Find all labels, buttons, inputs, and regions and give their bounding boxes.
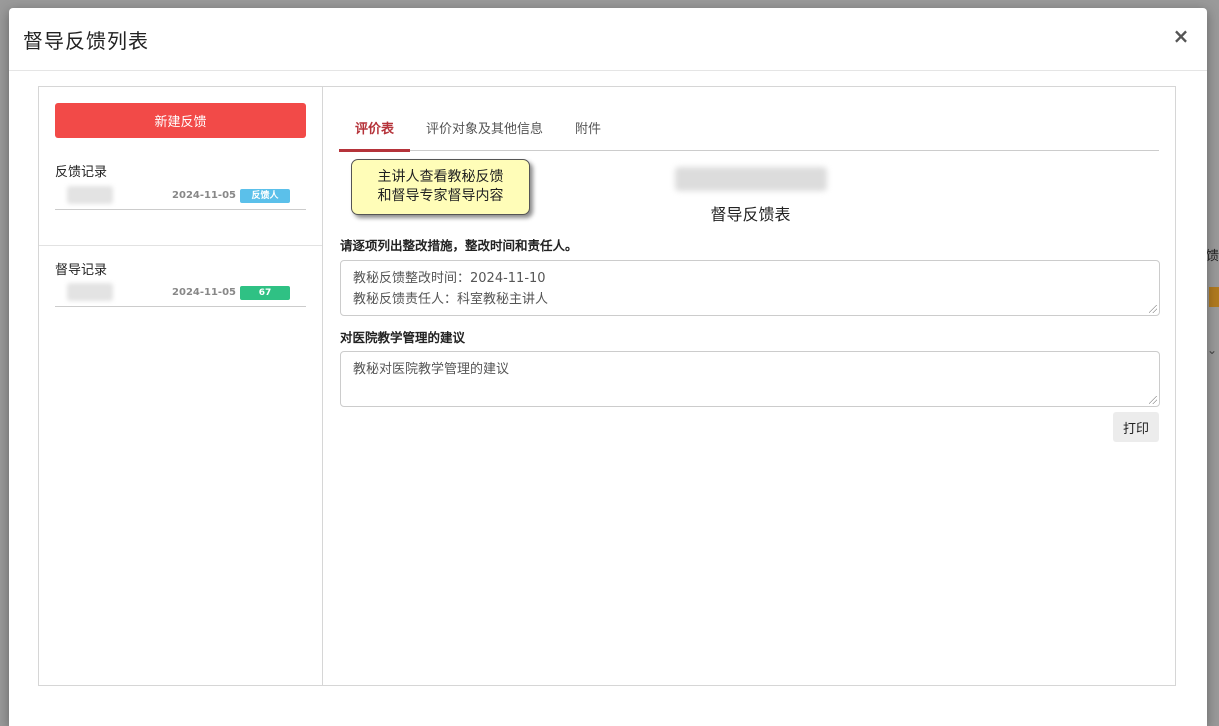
resize-handle[interactable]: [1149, 305, 1157, 313]
feedback-records-title: 反馈记录: [55, 165, 108, 180]
suggestion-label: 对医院教学管理的建议: [340, 330, 466, 345]
suggestion-textarea[interactable]: 教秘对医院教学管理的建议: [340, 351, 1160, 407]
blurred-name: [67, 186, 113, 204]
record-date: 2024-11-05: [172, 190, 236, 201]
annotation-callout: 主讲人查看教秘反馈 和督导专家督导内容: [351, 159, 530, 215]
record-sidebar: 新建反馈 反馈记录 2024-11-05 反馈人 督导记录 2024-11-05…: [39, 87, 323, 685]
suggestion-text: 教秘对医院教学管理的建议: [353, 362, 510, 377]
score-badge: 67: [240, 286, 290, 300]
blurred-header: [675, 167, 827, 191]
supervision-record-item[interactable]: 2024-11-05 67: [55, 283, 306, 307]
feedback-modal: 督导反馈列表 × 新建反馈 反馈记录 2024-11-05 反馈人 督导记录 2…: [9, 8, 1207, 726]
blurred-name: [67, 283, 113, 301]
rectification-label: 请逐项列出整改措施，整改时间和责任人。: [340, 238, 578, 253]
annotation-line-2: 和督导专家督导内容: [377, 188, 504, 204]
chevron-down-icon: ⌄: [1207, 343, 1218, 357]
tab-attachments[interactable]: 附件: [559, 104, 617, 151]
supervision-records-title: 督导记录: [55, 263, 108, 278]
new-feedback-button[interactable]: 新建反馈: [55, 103, 306, 138]
section-divider: [39, 245, 322, 246]
annotation-line-1: 主讲人查看教秘反馈: [377, 169, 504, 185]
modal-title: 督导反馈列表: [23, 28, 149, 53]
content-panel: 新建反馈 反馈记录 2024-11-05 反馈人 督导记录 2024-11-05…: [38, 86, 1176, 686]
rectification-textarea[interactable]: 教秘反馈整改时间：2024-11-10 教秘反馈责任人：科室教秘主讲人: [340, 260, 1160, 316]
tab-evaluation-form[interactable]: 评价表: [339, 104, 411, 152]
record-date: 2024-11-05: [172, 287, 236, 298]
tab-bar: 评价表 评价对象及其他信息 附件: [339, 104, 1159, 152]
detail-area: 评价表 评价对象及其他信息 附件 主讲人查看教秘反馈 和督导专家督导内容 督导反…: [323, 87, 1175, 685]
resize-handle[interactable]: [1149, 396, 1157, 404]
background-badge: [1209, 287, 1219, 307]
rectification-line-2: 教秘反馈责任人：科室教秘主讲人: [353, 292, 549, 307]
form-title: 督导反馈表: [710, 205, 791, 224]
rectification-line-1: 教秘反馈整改时间：2024-11-10: [353, 271, 546, 286]
record-badge: 反馈人: [240, 189, 290, 203]
close-icon[interactable]: ×: [1171, 24, 1191, 48]
modal-header: 督导反馈列表 ×: [9, 8, 1207, 71]
tab-evaluation-target[interactable]: 评价对象及其他信息: [410, 104, 559, 151]
print-button[interactable]: 打印: [1113, 412, 1159, 442]
feedback-record-item[interactable]: 2024-11-05 反馈人: [55, 186, 306, 210]
